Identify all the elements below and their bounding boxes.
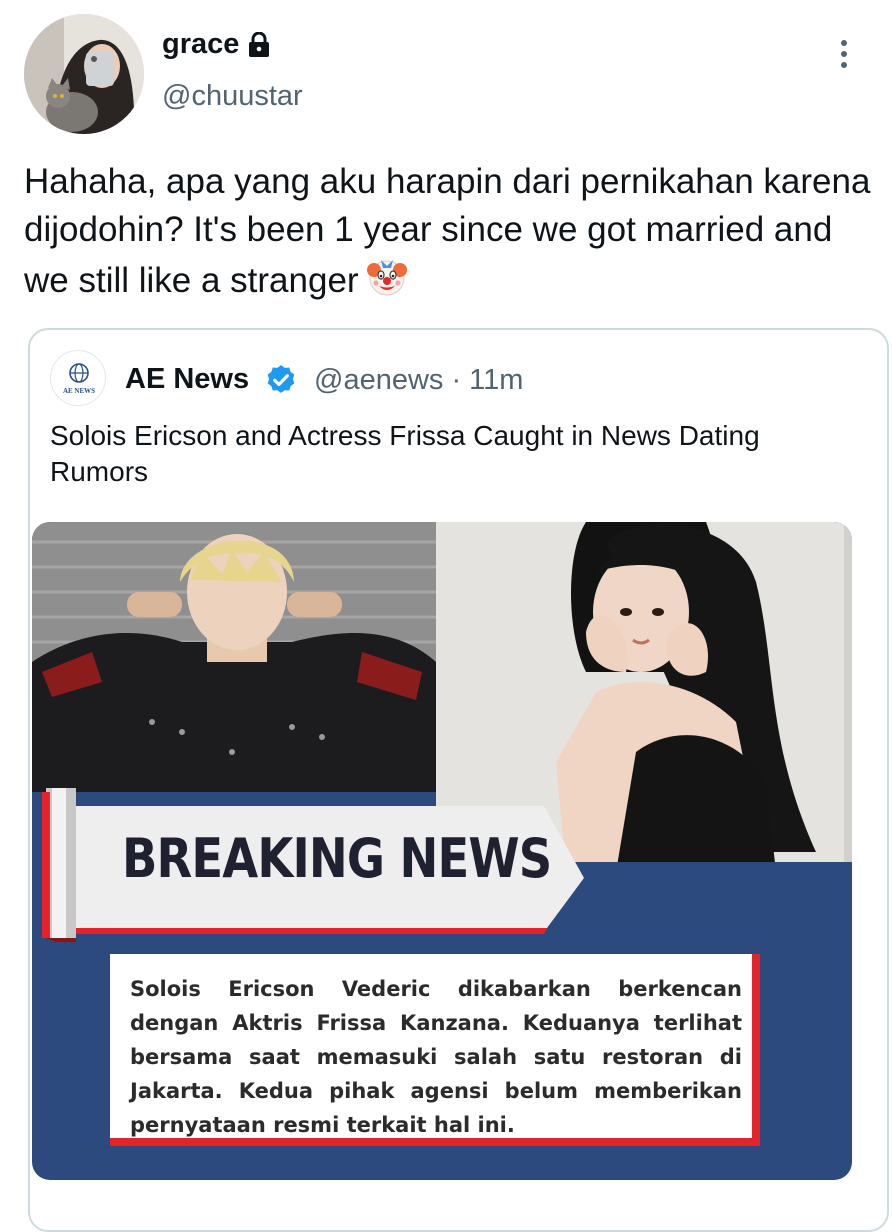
author-handle[interactable]: @chuustar: [162, 80, 303, 113]
quoted-avatar[interactable]: AE NEWS: [50, 350, 106, 406]
quoted-handle-time[interactable]: @aenews · 11m: [314, 364, 523, 397]
clown-face-icon: [365, 254, 409, 311]
breaking-news-headline: BREAKING NEWS: [122, 827, 552, 890]
lock-icon: [249, 31, 270, 57]
tweet-header: grace @chuustar: [0, 0, 892, 150]
author-name[interactable]: grace: [162, 28, 239, 61]
quoted-media-image[interactable]: BREAKING NEWS Solois Ericson Vederic dik…: [32, 522, 852, 1180]
quoted-author-name[interactable]: AE News: [125, 363, 249, 396]
quoted-tweet-card[interactable]: AE NEWS AE News @aenews · 11m Solois Eri…: [28, 328, 889, 1232]
photo-man: [32, 522, 436, 792]
news-body-text: Solois Ericson Vederic dikabarkan berken…: [130, 977, 742, 1137]
quoted-avatar-text: AE NEWS: [63, 387, 95, 395]
avatar[interactable]: [24, 14, 144, 134]
more-options-button[interactable]: [826, 36, 862, 72]
tweet-text: Hahaha, apa yang aku harapin dari pernik…: [24, 158, 884, 311]
author-name-row[interactable]: grace: [162, 28, 271, 61]
quoted-tweet-text: Solois Ericson and Actress Frissa Caught…: [50, 420, 760, 487]
news-body-box: Solois Ericson Vederic dikabarkan berken…: [110, 954, 760, 1146]
more-icon-dot: [841, 62, 847, 68]
more-icon-dot: [841, 51, 847, 57]
verified-badge-icon: [267, 365, 295, 393]
more-icon: [841, 40, 847, 46]
tweet-text-content: Hahaha, apa yang aku harapin dari pernik…: [24, 162, 871, 300]
